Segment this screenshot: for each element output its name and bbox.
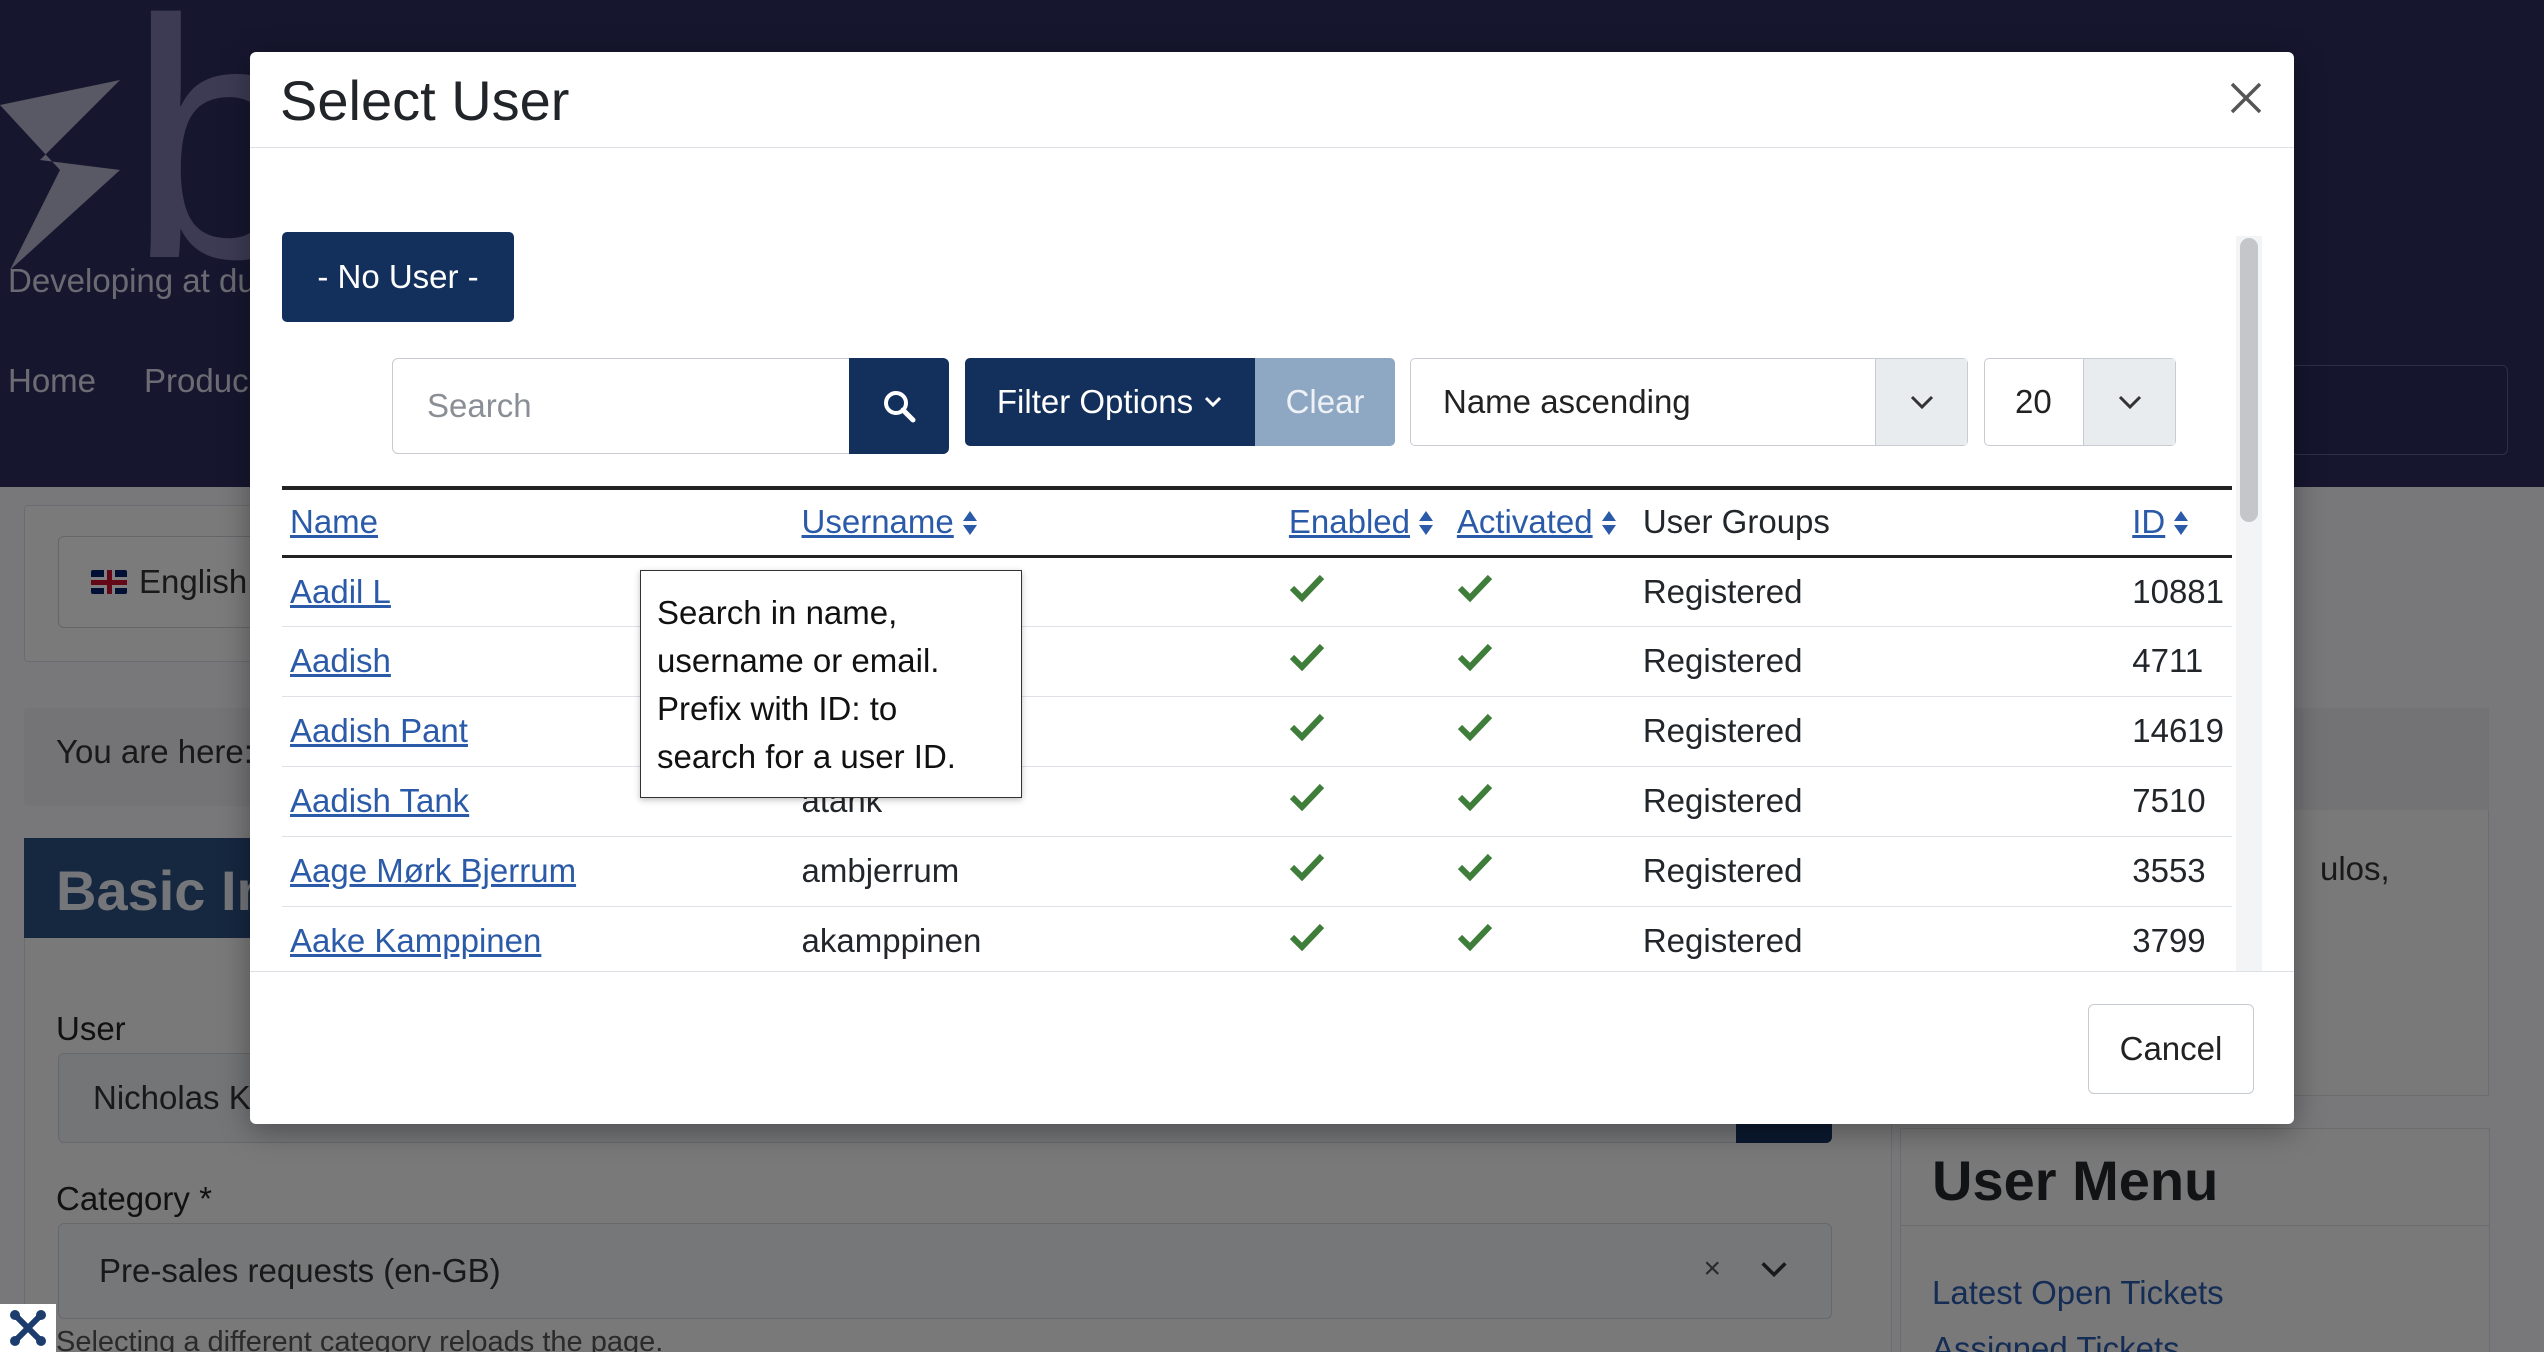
search-tooltip: Search in name, username or email. Prefi…	[640, 570, 1022, 798]
sort-select[interactable]: Name ascending	[1410, 358, 1968, 446]
check-icon	[1289, 923, 1325, 952]
user-name-link[interactable]: Aake Kamppinen	[290, 922, 541, 959]
column-header-username[interactable]: Username	[794, 488, 1281, 556]
sort-select-value: Name ascending	[1443, 383, 1691, 420]
chevron-down-icon	[1205, 396, 1222, 408]
column-header-name[interactable]: Name	[282, 488, 794, 556]
list-limit-toggle	[2083, 359, 2175, 445]
username-cell: akamppinen	[793, 906, 1281, 971]
filter-options-button[interactable]: Filter Options	[965, 358, 1255, 446]
table-header-row: Name Username Enabled Activated User Gro…	[282, 488, 2232, 556]
user-name-link[interactable]: Aadish	[290, 642, 391, 679]
user-name-link[interactable]: Aadish Pant	[290, 712, 468, 749]
search-icon	[884, 391, 916, 423]
user-id-cell: 3553	[2124, 836, 2232, 907]
user-id-cell: 4711	[2124, 626, 2232, 697]
check-icon	[1289, 783, 1325, 812]
column-header-activated[interactable]: Activated	[1449, 488, 1635, 556]
user-groups-cell: Registered	[1634, 626, 2125, 697]
user-name-link[interactable]: Aadil L	[290, 573, 391, 610]
column-header-enabled[interactable]: Enabled	[1281, 488, 1449, 556]
user-groups-cell: Registered	[1634, 556, 2125, 627]
check-icon	[1289, 574, 1325, 602]
user-id-cell: 7510	[2124, 766, 2232, 837]
user-id-cell: 14619	[2124, 696, 2232, 767]
list-limit-select[interactable]: 20	[1984, 358, 2176, 446]
chevron-down-icon	[2118, 395, 2141, 410]
check-icon	[1457, 853, 1493, 882]
check-icon	[1289, 853, 1325, 882]
table-row: Aadish akonda Registered 4711	[282, 626, 2232, 697]
clear-button[interactable]: Clear	[1255, 358, 1395, 446]
user-groups-cell: Registered	[1634, 906, 2125, 971]
sort-icon	[962, 511, 977, 536]
check-icon	[1457, 783, 1493, 812]
modal-body: - No User - Filter Options Clear Name as…	[250, 148, 2294, 971]
close-icon[interactable]	[2222, 74, 2270, 122]
modal-footer: Cancel	[250, 971, 2294, 1124]
modal-scrollbar-thumb[interactable]	[2240, 238, 2258, 522]
search-input[interactable]	[427, 387, 849, 425]
table-row: Aadish Pant apant Registered 14619	[282, 696, 2232, 767]
table-row: Aage Mørk Bjerrum ambjerrum Registered 3…	[282, 836, 2232, 907]
chevron-down-icon	[1910, 395, 1933, 410]
user-name-link[interactable]: Aadish Tank	[290, 782, 469, 819]
check-icon	[1289, 713, 1325, 742]
column-header-user-groups: User Groups	[1642, 503, 1830, 541]
check-icon	[1457, 923, 1493, 952]
column-header-id[interactable]: ID	[2124, 488, 2232, 556]
users-table: Name Username Enabled Activated User Gro…	[282, 486, 2232, 971]
joomla-icon[interactable]	[0, 1304, 56, 1352]
user-id-cell: 3799	[2124, 906, 2232, 971]
table-row: Aadil L alal Registered 10881	[282, 556, 2232, 627]
search-field-wrapper	[392, 358, 850, 454]
username-cell: ambjerrum	[793, 836, 1281, 907]
user-name-link[interactable]: Aage Mørk Bjerrum	[290, 852, 576, 889]
table-row: Aadish Tank atank Registered 7510	[282, 766, 2232, 837]
user-groups-cell: Registered	[1634, 696, 2125, 767]
list-limit-value: 20	[2015, 383, 2052, 420]
cancel-button[interactable]: Cancel	[2088, 1004, 2254, 1094]
user-groups-cell: Registered	[1634, 836, 2125, 907]
sort-icon	[1601, 511, 1616, 536]
user-id-cell: 10881	[2124, 556, 2232, 627]
modal-header: Select User	[250, 52, 2294, 148]
check-icon	[1457, 713, 1493, 742]
no-user-button[interactable]: - No User -	[282, 232, 514, 322]
check-icon	[1457, 574, 1493, 602]
check-icon	[1457, 643, 1493, 672]
search-button[interactable]	[849, 358, 949, 454]
sort-select-toggle	[1875, 359, 1967, 445]
sort-icon	[2174, 511, 2189, 536]
filter-options-label: Filter Options	[996, 383, 1194, 420]
table-row: Aake Kamppinen akamppinen Registered 379…	[282, 906, 2232, 971]
check-icon	[1289, 643, 1325, 672]
select-user-modal: Select User - No User - Filter Options C…	[250, 52, 2294, 1124]
user-groups-cell: Registered	[1634, 766, 2125, 837]
sort-icon	[1419, 511, 1433, 536]
modal-title: Select User	[280, 69, 570, 132]
